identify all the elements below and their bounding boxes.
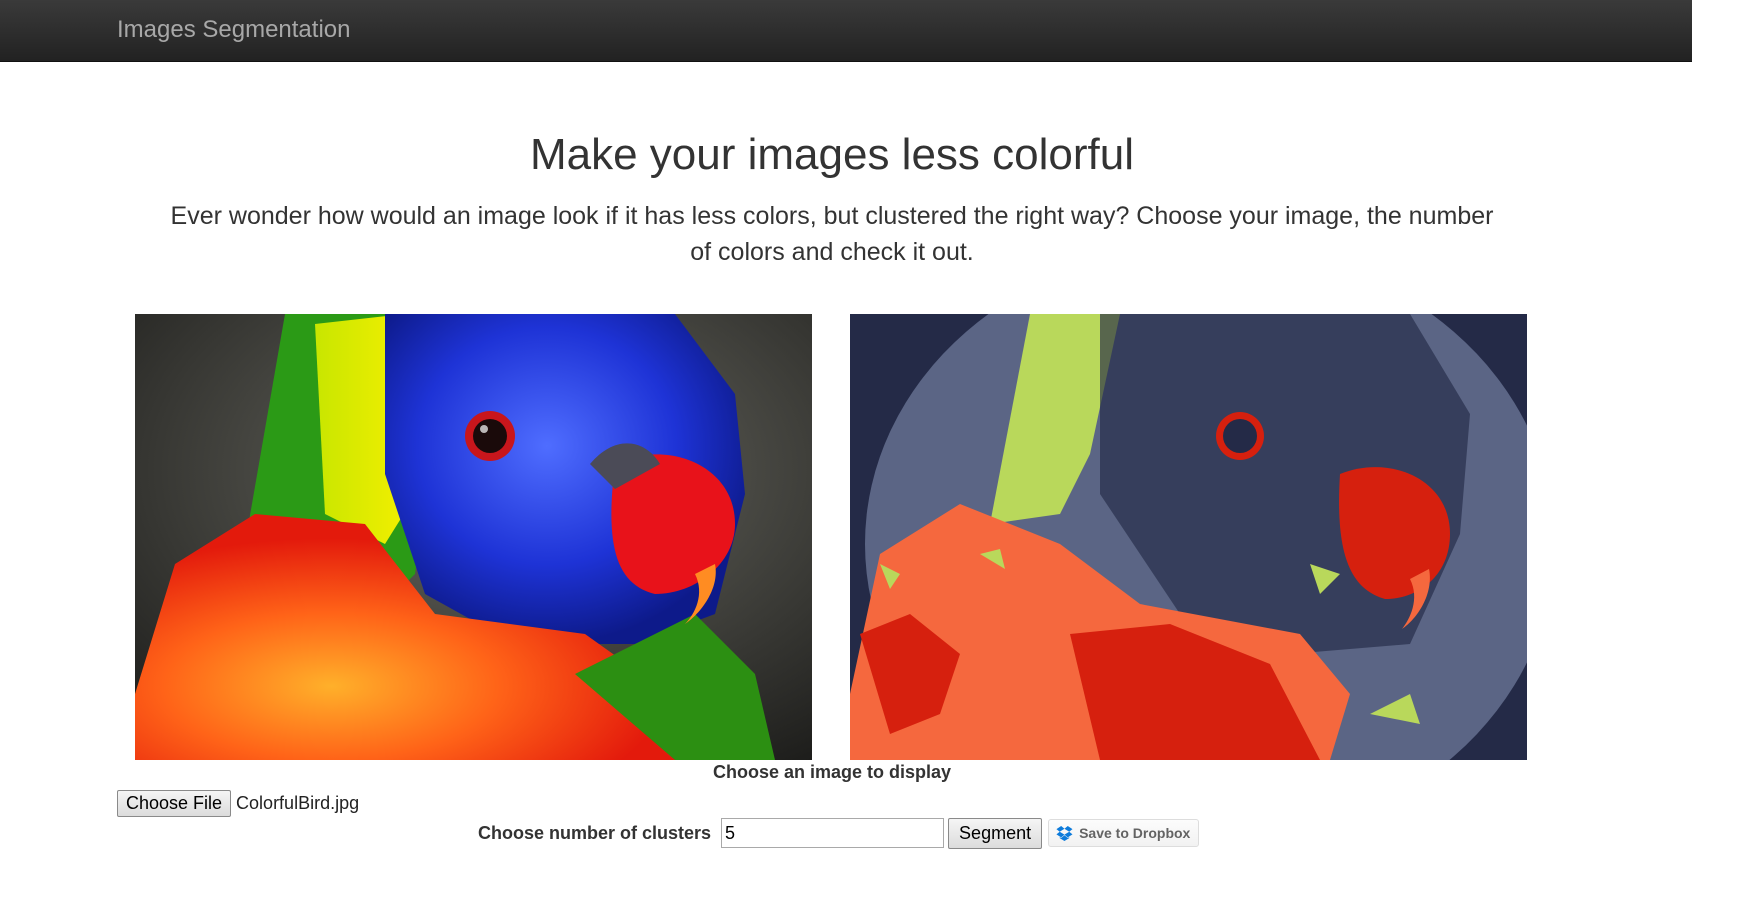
clusters-input[interactable] (721, 818, 945, 848)
page-subtitle: Ever wonder how would an image look if i… (170, 202, 1494, 266)
navbar-brand[interactable]: Images Segmentation (117, 16, 350, 44)
save-to-dropbox-button[interactable]: Save to Dropbox (1048, 819, 1200, 847)
page-title: Make your images less colorful (529, 130, 1134, 179)
navbar: Images Segmentation (0, 0, 1692, 62)
segmented-image (850, 314, 1527, 760)
clusters-label: Choose number of clusters (478, 822, 712, 843)
file-picker: Choose File ColorfulBird.jpg (117, 790, 359, 817)
dropbox-icon (1056, 825, 1073, 841)
choose-image-label: Choose an image to display (712, 762, 952, 782)
segment-button[interactable]: Segment (948, 817, 1043, 849)
original-image (135, 314, 812, 760)
selected-file-name: ColorfulBird.jpg (236, 793, 360, 813)
cluster-form: Choose number of clusters Segment Save t… (478, 817, 1200, 849)
dropbox-label: Save to Dropbox (1079, 825, 1191, 841)
choose-file-button[interactable]: Choose File (117, 790, 232, 817)
